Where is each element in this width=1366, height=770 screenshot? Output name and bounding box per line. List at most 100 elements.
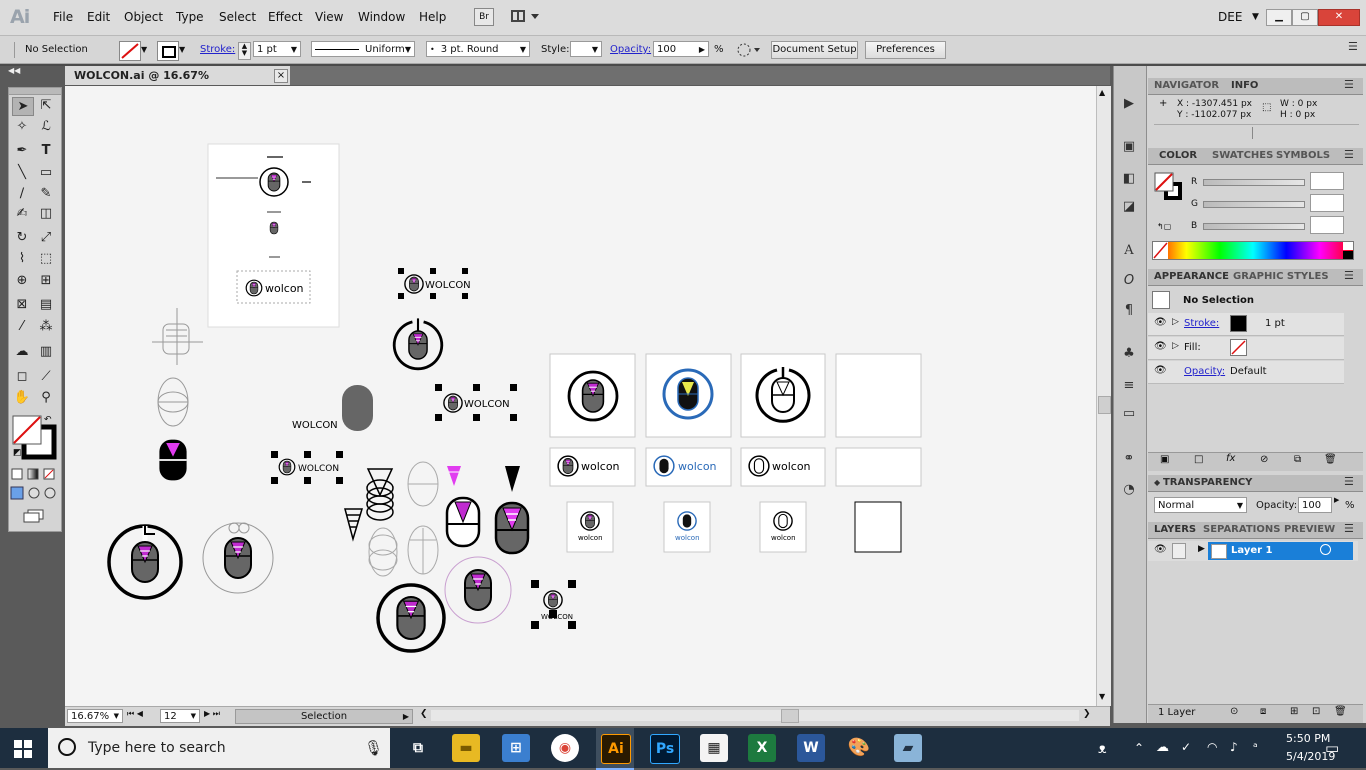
- opacity-field[interactable]: 100 ▶: [653, 41, 709, 57]
- line-tool-icon[interactable]: ╲: [12, 164, 32, 181]
- blob-brush-tool-icon[interactable]: ✍: [12, 205, 32, 222]
- tab-appearance[interactable]: APPEARANCE: [1154, 271, 1229, 282]
- minimize-button[interactable]: ▁: [1266, 9, 1292, 26]
- brush-definition[interactable]: • 3 pt. Round ▼: [426, 41, 530, 57]
- eye-icon[interactable]: 👁: [1154, 544, 1167, 555]
- task-view-icon[interactable]: ⧉: [404, 734, 432, 762]
- onedrive-icon[interactable]: ☁: [1156, 740, 1169, 755]
- store-icon[interactable]: ⊞: [502, 734, 530, 762]
- last-artboard-icon[interactable]: ▶ ⏭: [204, 709, 220, 719]
- tab-navigator[interactable]: NAVIGATOR: [1154, 80, 1219, 91]
- blend-mode-select[interactable]: Normal ▼: [1154, 497, 1247, 513]
- menu-help[interactable]: Help: [419, 10, 446, 24]
- slice-tool-icon[interactable]: ⟋: [36, 368, 56, 385]
- selection-tool-icon[interactable]: ➤: [12, 97, 34, 116]
- pencil-tool-icon[interactable]: ✎: [36, 185, 56, 202]
- pen-tool-icon[interactable]: ✒: [12, 142, 32, 159]
- graph-tool-icon[interactable]: ▥: [36, 343, 56, 360]
- bridge-button[interactable]: Br: [474, 8, 494, 26]
- eyedropper-tool-icon[interactable]: ⁄: [12, 318, 32, 335]
- h-scroll-thumb[interactable]: [781, 709, 799, 723]
- recolor-artwork-icon[interactable]: [735, 41, 761, 59]
- chevron-down-icon[interactable]: ▼: [1252, 12, 1259, 22]
- stroke-weight-field[interactable]: 1 pt ▼: [253, 41, 301, 57]
- maximize-button[interactable]: ▢: [1292, 9, 1318, 26]
- transparency-opacity-field[interactable]: 100: [1298, 497, 1332, 513]
- scale-tool-icon[interactable]: ⤢: [36, 229, 56, 246]
- scroll-left-icon[interactable]: ❮: [420, 709, 428, 719]
- appearance-row-fill[interactable]: 👁 ▷ Fill:: [1148, 337, 1344, 360]
- show-hidden-icons[interactable]: ⌃: [1134, 741, 1144, 755]
- stroke-color-swatch[interactable]: [1230, 315, 1247, 332]
- tab-info[interactable]: INFO: [1231, 80, 1258, 91]
- document-setup-button[interactable]: Document Setup: [771, 41, 858, 59]
- value-b[interactable]: [1310, 216, 1344, 234]
- appearance-row-opacity[interactable]: 👁 Opacity: Default: [1148, 361, 1344, 384]
- graphic-style-picker[interactable]: ▼: [570, 41, 602, 57]
- opacity-link[interactable]: Opacity:: [610, 44, 651, 55]
- free-transform-tool-icon[interactable]: ⬚: [36, 250, 56, 267]
- zoom-level-field[interactable]: 16.67% ▼: [67, 709, 123, 723]
- layer-name[interactable]: Layer 1: [1231, 545, 1272, 556]
- fill-stroke-swatches[interactable]: [12, 415, 57, 460]
- panel-menu-icon[interactable]: ☰: [1344, 475, 1354, 488]
- color-fill-stroke[interactable]: [1154, 172, 1184, 202]
- clipping-mask-icon[interactable]: ⧈: [1260, 706, 1266, 717]
- artboard-number-field[interactable]: 12 ▼: [160, 709, 200, 723]
- photoshop-icon[interactable]: Ps: [650, 734, 680, 764]
- scroll-right-icon[interactable]: ❯: [1083, 709, 1091, 719]
- volume-icon[interactable]: ♪: [1230, 740, 1238, 754]
- direct-selection-tool-icon[interactable]: ⇱: [36, 97, 56, 114]
- add-fill-icon[interactable]: □: [1194, 454, 1203, 465]
- tab-transparency[interactable]: ◆ TRANSPARENCY: [1154, 477, 1252, 488]
- chevron-right-icon[interactable]: ▶: [1198, 544, 1205, 554]
- scroll-down-icon[interactable]: ▼: [1099, 692, 1105, 701]
- notifications-icon[interactable]: ▭: [1325, 739, 1339, 757]
- shape-builder-tool-icon[interactable]: ⊕: [12, 272, 32, 289]
- menu-effect[interactable]: Effect: [268, 10, 303, 24]
- gradient-panel-icon[interactable]: ▭: [1119, 405, 1139, 423]
- add-stroke-icon[interactable]: ▣: [1160, 454, 1169, 465]
- search-placeholder[interactable]: Type here to search: [88, 740, 226, 756]
- artboard-tool-icon[interactable]: ◻: [12, 368, 32, 385]
- hand-tool-icon[interactable]: ✋: [12, 389, 32, 406]
- stroke-stepper[interactable]: ▲ ▼: [238, 42, 251, 60]
- warp-tool-icon[interactable]: ⌇: [12, 250, 32, 267]
- windows-start-icon[interactable]: [14, 740, 32, 758]
- microphone-icon[interactable]: 🎙: [364, 739, 383, 757]
- illustrator-icon[interactable]: Ai: [601, 734, 631, 764]
- menu-edit[interactable]: Edit: [87, 10, 110, 24]
- delete-layer-icon[interactable]: 🗑: [1334, 706, 1347, 717]
- new-layer-icon[interactable]: ⊡: [1312, 706, 1320, 717]
- input-method-icon[interactable]: ✓: [1181, 740, 1191, 754]
- swap-fill-stroke-icon[interactable]: ↶: [44, 415, 52, 425]
- chevron-down-icon[interactable]: ▼: [179, 45, 185, 54]
- drawing-mode-icons[interactable]: [10, 486, 58, 500]
- tab-layers[interactable]: LAYERS: [1154, 524, 1196, 535]
- collapse-toolbar-icon[interactable]: ◀◀: [8, 66, 20, 75]
- add-effect-icon[interactable]: fx: [1226, 453, 1235, 464]
- file-explorer-icon[interactable]: ▬: [452, 734, 480, 762]
- duplicate-item-icon[interactable]: ⧉: [1294, 454, 1301, 465]
- language-icon[interactable]: ᵃ: [1253, 740, 1258, 754]
- character-icon[interactable]: A: [1119, 242, 1139, 260]
- tab-swatches[interactable]: SWATCHES: [1212, 150, 1273, 161]
- panel-menu-icon[interactable]: ☰: [1344, 78, 1354, 91]
- eraser-tool-icon[interactable]: ◫: [36, 205, 56, 222]
- panel-menu-icon[interactable]: ☰: [1348, 40, 1358, 53]
- target-icon[interactable]: [1320, 544, 1331, 555]
- new-sublayer-icon[interactable]: ⊞: [1290, 706, 1298, 717]
- lock-toggle[interactable]: [1172, 543, 1186, 559]
- excel-icon[interactable]: X: [748, 734, 776, 762]
- rotate-tool-icon[interactable]: ↻: [12, 229, 32, 246]
- color-guide-icon[interactable]: ◔: [1119, 481, 1139, 499]
- paint-icon[interactable]: 🎨: [845, 734, 873, 762]
- menu-file[interactable]: File: [53, 10, 73, 24]
- slider-b[interactable]: [1203, 223, 1305, 230]
- mesh-tool-icon[interactable]: ⊠: [12, 296, 32, 313]
- stroke-swatch[interactable]: [157, 41, 179, 61]
- rectangle-tool-icon[interactable]: ▭: [36, 164, 56, 181]
- scroll-up-icon[interactable]: ▲: [1099, 88, 1105, 97]
- color-spectrum[interactable]: [1152, 241, 1354, 260]
- tab-separations-preview[interactable]: SEPARATIONS PREVIEW: [1203, 524, 1335, 535]
